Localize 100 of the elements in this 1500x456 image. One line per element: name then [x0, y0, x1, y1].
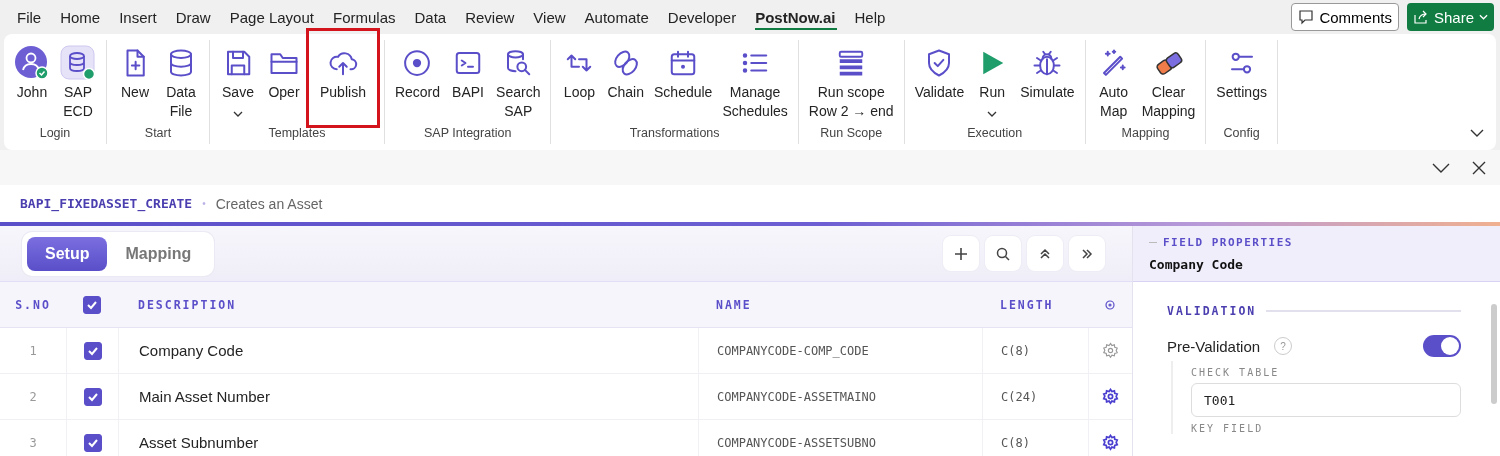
table-cell: COMPANYCODE-ASSETSUBNO [717, 435, 876, 450]
scrollbar-thumb[interactable] [1491, 304, 1497, 404]
table-cell: C(24) [1001, 389, 1038, 404]
caret-icon [233, 111, 243, 117]
column-header: S.NO [15, 297, 51, 312]
row-number: 3 [29, 435, 37, 450]
segment-tab[interactable]: Setup [27, 236, 108, 271]
selected-field-name: Company Code [1149, 256, 1244, 272]
database-icon [60, 45, 96, 81]
chevron-down-icon [1470, 129, 1484, 137]
caret-icon [987, 111, 998, 117]
row-checkbox[interactable] [83, 387, 102, 406]
group-label: Start [143, 126, 173, 142]
menu-tab[interactable]: Help [845, 3, 896, 31]
plus-icon [954, 246, 968, 261]
input-field[interactable]: T001 [1191, 383, 1461, 417]
ribbon-button[interactable]: Publish [308, 30, 378, 126]
ribbon-button[interactable]: Settings [1212, 40, 1271, 126]
ribbon-button[interactable]: BAPI [446, 40, 491, 126]
table-cell: COMPANYCODE-ASSETMAINO [717, 389, 876, 404]
ribbon-button[interactable]: Loop [557, 40, 602, 126]
gear-icon [1102, 342, 1119, 359]
bug-icon [1032, 48, 1063, 78]
ribbon-button[interactable]: Run [970, 40, 1015, 126]
menu-tab[interactable]: Home [51, 3, 111, 31]
menu-tab[interactable]: Formulas [323, 3, 406, 31]
gear-icon [1102, 388, 1119, 405]
field-label: KEY FIELD [1191, 422, 1265, 434]
collapse-all-button[interactable] [1027, 236, 1063, 271]
table-cell: Main Asset Number [139, 388, 270, 405]
ribbon-button[interactable]: Record [390, 40, 445, 126]
table-cell: Asset Subnumber [139, 434, 259, 451]
group-label: Execution [966, 126, 1024, 142]
record-icon [402, 48, 433, 78]
ribbon-button[interactable]: Save [216, 40, 260, 126]
row-number: 1 [29, 343, 37, 358]
column-header: LENGTH [1000, 297, 1054, 312]
menu-tab[interactable]: Data [405, 3, 457, 31]
group-label: SAP Integration [423, 126, 513, 142]
row-settings-button[interactable] [1100, 432, 1121, 453]
row-number: 2 [29, 389, 37, 404]
caret-icon [1479, 14, 1488, 20]
menu-tab[interactable]: File [8, 3, 52, 31]
ribbon-button[interactable]: Oper [262, 40, 306, 126]
panel-heading: FIELD PROPERTIES [1163, 235, 1293, 249]
ribbon-button[interactable]: John [10, 40, 54, 126]
field-label: CHECK TABLE [1191, 366, 1281, 378]
toggle-switch[interactable] [1423, 335, 1461, 357]
group-label: Config [1222, 126, 1261, 142]
ribbon-button[interactable]: Schedule [650, 40, 717, 126]
menu-tab[interactable]: Page Layout [220, 3, 324, 31]
ribbon-button[interactable]: Data File [159, 40, 203, 126]
row-checkbox[interactable] [83, 433, 102, 452]
menu-tab[interactable]: Insert [110, 3, 167, 31]
ribbon-button[interactable]: Validate [910, 40, 969, 126]
table-cell: Company Code [139, 342, 244, 359]
segment-tab[interactable]: Mapping [107, 236, 210, 271]
menu-tab[interactable]: Developer [658, 3, 747, 31]
menu-tab[interactable]: Automate [575, 3, 659, 31]
group-label: Mapping [1120, 126, 1171, 142]
separator-dot: • [202, 198, 206, 209]
group-label: Templates [267, 126, 327, 142]
share-button[interactable]: Share [1406, 3, 1494, 31]
row-settings-button[interactable] [1100, 386, 1121, 407]
double-chevron-right-icon [1081, 247, 1093, 260]
select-all-checkbox[interactable] [83, 295, 101, 314]
add-button[interactable] [943, 236, 979, 271]
ribbon-button[interactable]: Search SAP [492, 40, 545, 126]
ribbon-button[interactable]: Auto Map [1091, 40, 1136, 126]
ribbon-button[interactable]: Manage Schedules [718, 40, 792, 126]
table-cell: C(8) [1001, 343, 1030, 358]
section-heading: VALIDATION [1167, 304, 1257, 318]
group-label: Run Scope [819, 126, 884, 142]
comments-button[interactable]: Comments [1291, 3, 1399, 31]
search-button[interactable] [985, 236, 1021, 271]
setting-label: Pre-Validation [1167, 337, 1261, 355]
search-icon [996, 246, 1010, 261]
gear-icon [1102, 434, 1119, 451]
table-cell: C(8) [1001, 435, 1030, 450]
ribbon-button[interactable]: SAP ECD [56, 40, 100, 126]
ribbon-button[interactable]: Simulate [1016, 40, 1079, 126]
menu-tab[interactable]: PostNow.ai [746, 3, 846, 31]
chevron-down-icon [1432, 162, 1450, 173]
expand-panel-button[interactable] [1069, 236, 1105, 271]
ribbon-button[interactable]: Chain [603, 40, 648, 126]
function-name: BAPI_FIXEDASSET_CREATE [20, 196, 193, 211]
row-checkbox[interactable] [83, 341, 102, 360]
column-header: DESCRIPTION [138, 297, 237, 312]
ribbon-button[interactable]: Run scope Row 2 → end [804, 40, 898, 126]
share-icon [1412, 9, 1429, 25]
double-chevron-up-icon [1039, 247, 1051, 260]
ribbon-button[interactable]: New [113, 40, 157, 126]
menu-tab[interactable]: Draw [166, 3, 221, 31]
ribbon-button[interactable]: Clear Mapping [1137, 40, 1200, 126]
group-label: Login [38, 126, 72, 142]
menu-tab[interactable]: View [524, 3, 576, 31]
menu-tab[interactable]: Review [456, 3, 525, 31]
function-description: Creates an Asset [215, 195, 323, 212]
close-icon [1472, 160, 1486, 175]
group-label: Transformations [628, 126, 721, 142]
